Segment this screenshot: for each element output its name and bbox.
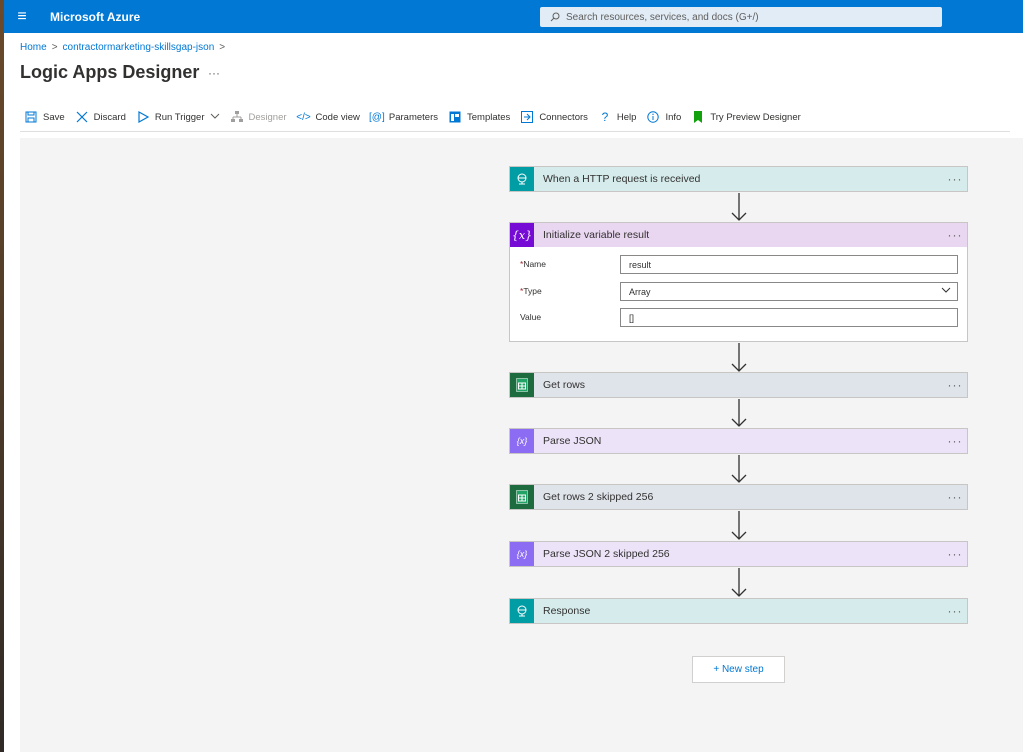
save-icon	[24, 110, 38, 124]
variable-value-input[interactable]: []	[620, 308, 958, 327]
discard-button[interactable]: Discard	[75, 110, 126, 124]
name-label-text: Name	[523, 259, 546, 269]
bookmark-icon	[691, 110, 705, 124]
search-placeholder: Search resources, services, and docs (G+…	[566, 11, 759, 23]
close-icon	[75, 110, 89, 124]
variable-type-select[interactable]: Array	[620, 282, 958, 301]
step-get-rows[interactable]: Get rows ···	[509, 372, 968, 398]
parse-json-icon: {x}	[510, 542, 534, 566]
connector-arrow	[731, 511, 747, 540]
value-label-text: Value	[520, 312, 542, 322]
step-more-button[interactable]: ···	[943, 172, 967, 186]
breadcrumb-home[interactable]: Home	[20, 42, 47, 53]
step-title: Initialize variable result	[543, 229, 650, 241]
templates-label: Templates	[467, 111, 511, 123]
try-preview-designer-button[interactable]: Try Preview Designer	[691, 110, 801, 124]
run-trigger-button[interactable]: Run Trigger	[136, 110, 220, 124]
connector-arrow	[731, 568, 747, 597]
value-field-label: Value	[520, 312, 541, 322]
help-button[interactable]: ? Help	[598, 110, 637, 124]
variable-name-input[interactable]: result	[620, 255, 958, 274]
title-more-button[interactable]: ···	[208, 66, 220, 80]
step-more-button[interactable]: ···	[943, 604, 967, 618]
connector-arrow	[731, 343, 747, 372]
variable-name-value: result	[629, 259, 652, 270]
step-parse-json-2[interactable]: {x} Parse JSON 2 skipped 256 ···	[509, 541, 968, 567]
parse-json-icon: {x}	[510, 429, 534, 453]
connectors-icon	[520, 110, 534, 124]
discard-label: Discard	[93, 111, 126, 123]
connector-arrow	[731, 455, 747, 483]
run-trigger-label: Run Trigger	[154, 111, 205, 123]
templates-icon	[448, 110, 462, 124]
play-icon	[136, 110, 150, 124]
toolbar-divider	[20, 131, 1010, 132]
info-label: Info	[665, 111, 682, 123]
type-label-text: Type	[523, 286, 542, 296]
step-get-rows-2[interactable]: Get rows 2 skipped 256 ···	[509, 484, 968, 510]
chevron-right-icon: >	[51, 42, 58, 53]
code-view-label: Code view	[315, 111, 360, 123]
search-icon	[550, 12, 560, 22]
help-label: Help	[616, 111, 637, 123]
variable-icon: {x}	[510, 223, 534, 247]
designer-toolbar: Save Discard Run Trigger Designer </> Co…	[24, 108, 811, 126]
sheets-icon	[510, 485, 534, 509]
step-http-trigger[interactable]: When a HTTP request is received ···	[509, 166, 968, 192]
step-title: When a HTTP request is received	[543, 173, 701, 185]
help-icon: ?	[601, 110, 609, 124]
parameters-icon: [@]	[369, 111, 385, 123]
step-title: Parse JSON	[543, 435, 602, 447]
connectors-label: Connectors	[539, 111, 588, 123]
designer-button[interactable]: Designer	[230, 110, 287, 124]
page-title: Logic Apps Designer	[20, 62, 200, 82]
designer-icon	[230, 110, 244, 124]
step-more-button[interactable]: ···	[943, 378, 967, 392]
try-preview-label: Try Preview Designer	[710, 111, 801, 123]
step-parse-json[interactable]: {x} Parse JSON ···	[509, 428, 968, 454]
variable-type-value: Array	[629, 286, 651, 297]
http-globe-icon	[510, 599, 534, 623]
templates-button[interactable]: Templates	[448, 110, 510, 124]
connector-arrow	[731, 193, 747, 221]
sheets-icon	[510, 373, 534, 397]
step-more-button[interactable]: ···	[943, 434, 967, 448]
save-label: Save	[43, 111, 65, 123]
chevron-down-icon	[210, 112, 220, 123]
code-icon: </>	[296, 111, 311, 123]
name-field-label: *Name	[520, 259, 546, 269]
info-button[interactable]: Info	[646, 110, 681, 124]
parameters-button[interactable]: [@] Parameters	[369, 110, 438, 124]
brand-title[interactable]: Microsoft Azure	[50, 10, 140, 24]
step-title: Parse JSON 2 skipped 256	[543, 548, 670, 560]
variable-value-value: []	[629, 312, 635, 323]
step-more-button[interactable]: ···	[943, 490, 967, 504]
chevron-right-icon: >	[219, 42, 226, 53]
breadcrumb: Home > contractormarketing-skillsgap-jso…	[20, 42, 225, 53]
window-edge	[0, 0, 4, 752]
info-icon	[646, 110, 660, 124]
parameters-label: Parameters	[388, 111, 438, 123]
search-input[interactable]: Search resources, services, and docs (G+…	[540, 7, 942, 27]
step-more-button[interactable]: ···	[943, 547, 967, 561]
step-initialize-variable[interactable]: {x} Initialize variable result ···	[509, 222, 968, 248]
azure-topbar: ≡ Microsoft Azure Search resources, serv…	[4, 0, 1023, 33]
connector-arrow	[731, 399, 747, 427]
menu-icon[interactable]: ≡	[4, 8, 40, 26]
step-title: Get rows	[543, 379, 586, 391]
variable-form: *Name result *Type Array Value []	[509, 247, 968, 342]
save-button[interactable]: Save	[24, 110, 65, 124]
step-response[interactable]: Response ···	[509, 598, 968, 624]
new-step-button[interactable]: + New step	[692, 656, 785, 683]
breadcrumb-resource[interactable]: contractormarketing-skillsgap-json	[63, 42, 215, 53]
http-globe-icon	[510, 167, 534, 191]
connectors-button[interactable]: Connectors	[520, 110, 588, 124]
chevron-down-icon	[941, 286, 951, 296]
step-more-button[interactable]: ···	[943, 228, 967, 242]
code-view-button[interactable]: </> Code view	[296, 110, 360, 124]
designer-label: Designer	[248, 111, 287, 123]
step-title: Response	[543, 605, 591, 617]
type-field-label: *Type	[520, 286, 542, 296]
step-title: Get rows 2 skipped 256	[543, 491, 654, 503]
